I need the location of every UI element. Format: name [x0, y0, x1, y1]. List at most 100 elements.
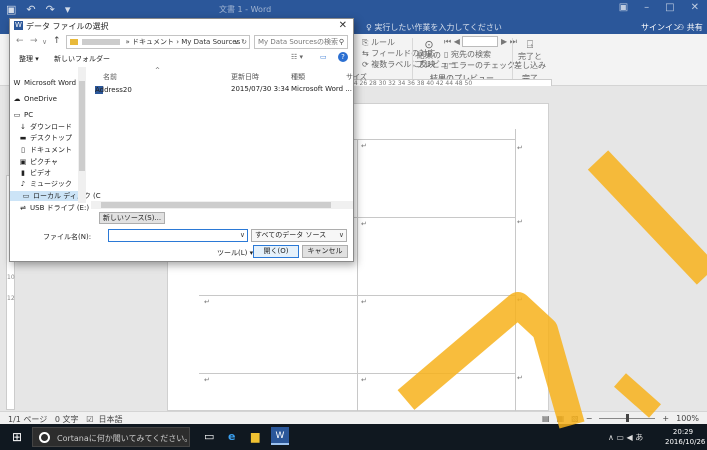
network-icon[interactable]: ▭: [616, 433, 624, 442]
file-type-select[interactable]: すべてのデータ ソース ∨: [251, 229, 347, 242]
scrollbar-thumb[interactable]: [101, 202, 331, 208]
page-count[interactable]: 1/1 ページ: [8, 415, 47, 424]
help-icon[interactable]: ?: [338, 52, 348, 62]
filename-dropdown-icon[interactable]: ∨: [240, 230, 245, 241]
organize-button[interactable]: 整理 ▾: [19, 54, 39, 64]
finish-merge-label: 完了と 差し込み: [514, 52, 546, 70]
close-window-icon[interactable]: ✕: [691, 2, 699, 13]
preview-results-button[interactable]: ⊙ 結果の プレビュー: [416, 38, 456, 69]
address-dropdown-icon[interactable]: ∨: [234, 38, 239, 46]
search-input[interactable]: My Data Sourcesの検索 ⚲: [254, 35, 348, 49]
volume-icon[interactable]: ◀: [627, 433, 633, 442]
navigation-pane-scrollbar[interactable]: [78, 67, 86, 203]
undo-icon[interactable]: ↶: [26, 3, 35, 16]
clock[interactable]: 20:29 2016/10/26: [665, 427, 705, 447]
zoom-slider[interactable]: [599, 414, 656, 422]
forward-arrow-icon[interactable]: →: [30, 36, 38, 46]
file-list: 名前 ^ 更新日時 種類 サイズ Address20 2015/07/30 3:…: [91, 67, 367, 203]
ime-icon[interactable]: あ: [635, 433, 643, 442]
record-number-input[interactable]: [462, 36, 499, 47]
find-recipient-button[interactable]: ▯ 宛先の検索: [444, 49, 491, 60]
redo-icon[interactable]: ↷: [46, 3, 55, 16]
cancel-button[interactable]: キャンセル: [302, 245, 348, 258]
new-folder-button[interactable]: 新しいフォルダー: [54, 54, 110, 64]
proofing-icon[interactable]: ☑: [86, 415, 93, 424]
sidebar-item-label: ミュージック: [30, 180, 72, 188]
zoom-slider-thumb[interactable]: [626, 414, 630, 422]
word-count[interactable]: 0 文字: [55, 415, 79, 424]
sidebar-item[interactable]: ⇌ USB ドライブ (E:): [19, 203, 89, 213]
up-arrow-icon[interactable]: ↑: [53, 36, 61, 46]
task-view-icon[interactable]: ▭: [204, 430, 214, 443]
windows-start-icon[interactable]: ⊞: [12, 430, 22, 444]
share-button[interactable]: ⚇ 共有: [677, 22, 703, 33]
edge-icon[interactable]: e: [228, 430, 235, 443]
maximize-icon[interactable]: □: [665, 2, 674, 13]
dialog-close-icon[interactable]: ✕: [339, 20, 347, 31]
sidebar-item[interactable]: ▮ ビデオ: [19, 168, 51, 178]
file-list-horizontal-scrollbar[interactable]: [91, 201, 353, 209]
column-header-name[interactable]: 名前: [103, 72, 117, 82]
open-button[interactable]: 開く(O): [253, 245, 299, 258]
zoom-level[interactable]: 100%: [676, 414, 699, 423]
file-row[interactable]: Address20 2015/07/30 3:34 Microsoft Word…: [91, 84, 353, 96]
sidebar-item[interactable]: ▭ PC: [13, 111, 33, 119]
new-source-button[interactable]: 新しいソース(S)...: [99, 212, 165, 224]
read-mode-icon[interactable]: ▤: [542, 414, 550, 423]
sidebar-item[interactable]: ▬ デスクトップ: [19, 133, 72, 143]
search-icon[interactable]: ⚲: [339, 36, 344, 48]
sidebar-item[interactable]: W Microsoft Word: [13, 79, 77, 87]
navigation-bar: ← → ∨ ↑ » ドキュメント › My Data Sources ∨ ↻ M…: [10, 34, 353, 50]
address-bar[interactable]: » ドキュメント › My Data Sources ∨ ↻: [66, 35, 250, 49]
print-layout-icon[interactable]: ▦: [557, 414, 565, 423]
sidebar-item[interactable]: ↓ ダウンロード: [19, 122, 72, 132]
customize-icon[interactable]: ▾: [65, 3, 71, 16]
column-header-modified[interactable]: 更新日時: [231, 72, 259, 82]
tell-me-text: 実行したい作業を入力してください: [374, 23, 502, 32]
scrollbar-thumb[interactable]: [79, 81, 85, 171]
word-title-bar: ▣ ↶ ↷ ▾ 文書 1 - Word ▣ – □ ✕: [0, 0, 707, 20]
language-indicator[interactable]: 日本語: [98, 415, 122, 424]
refresh-icon[interactable]: ↻: [241, 38, 247, 46]
cortana-search-box[interactable]: Cortanaに何か聞いてみてください。: [32, 427, 190, 447]
file-explorer-icon[interactable]: ▆: [251, 430, 259, 443]
sidebar-item-icon: ☁: [13, 95, 21, 103]
prev-record-icon[interactable]: ◀: [454, 37, 460, 46]
rules-button[interactable]: ⎘ ルール: [362, 37, 416, 48]
zoom-in-button[interactable]: +: [662, 414, 669, 423]
web-layout-icon[interactable]: ▧: [571, 414, 579, 423]
word-taskbar-icon[interactable]: W: [271, 427, 289, 445]
sidebar-item-icon: ▣: [19, 158, 27, 166]
cell-mark: ↵: [517, 374, 523, 382]
save-icon[interactable]: ▣: [6, 3, 16, 16]
finish-merge-button[interactable]: ⍈ 完了と 差し込み: [514, 38, 546, 70]
sidebar-item[interactable]: ▯ ドキュメント: [19, 145, 72, 155]
view-options-icon[interactable]: ☷ ▾: [291, 53, 303, 61]
zoom-out-button[interactable]: −: [586, 414, 593, 423]
match-fields-button[interactable]: ⇆ フィールドの対応: [362, 48, 435, 59]
tools-menu[interactable]: ツール(L) ▾: [217, 248, 253, 258]
window-controls: ▣ – □ ✕: [619, 2, 699, 13]
filename-input[interactable]: ∨: [108, 229, 248, 242]
column-header-size[interactable]: サイズ: [346, 72, 367, 82]
ribbon-display-icon[interactable]: ▣: [619, 2, 628, 13]
recent-dropdown-icon[interactable]: ∨: [42, 38, 47, 46]
check-errors-button[interactable]: ▯ エラーのチェック: [444, 60, 515, 71]
sidebar-item[interactable]: ▣ ピクチャ: [19, 157, 58, 167]
column-header-type[interactable]: 種類: [291, 72, 305, 82]
preview-pane-icon[interactable]: ▭: [320, 53, 327, 61]
first-record-icon[interactable]: ⏮: [444, 37, 451, 46]
minimize-icon[interactable]: –: [644, 2, 649, 13]
sidebar-item[interactable]: ☁ OneDrive: [13, 95, 57, 103]
tell-me-box[interactable]: ♀ 実行したい作業を入力してください: [366, 22, 502, 33]
next-record-icon[interactable]: ▶: [501, 37, 507, 46]
sidebar-item[interactable]: ▭ ローカル ディスク (C: [10, 191, 101, 201]
update-labels-button[interactable]: ⟳ 複数ラベルに反映: [362, 59, 435, 70]
dialog-title-bar: W データ ファイルの選択 ✕: [10, 19, 353, 33]
sidebar-item[interactable]: ♪ ミュージック: [19, 179, 72, 189]
back-arrow-icon[interactable]: ←: [16, 36, 24, 46]
sign-in-link[interactable]: サインイン: [641, 22, 681, 33]
check-errors-label: エラーのチェック: [450, 61, 515, 70]
chevron-up-icon[interactable]: ∧: [608, 433, 614, 442]
sidebar-item-label: ビデオ: [30, 169, 51, 177]
